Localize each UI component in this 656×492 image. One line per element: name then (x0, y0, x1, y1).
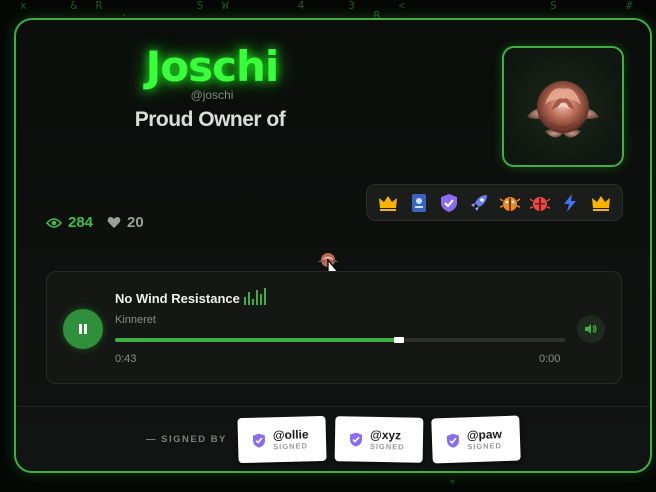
id-card-icon[interactable] (408, 192, 430, 214)
signer-list: @ollie SIGNED @xyz SIGNED @paw SIGNED (237, 415, 521, 464)
rose-icon (527, 80, 599, 138)
signer-handle: @paw (466, 426, 503, 443)
speaker-icon (585, 324, 597, 334)
signed-by-label: — SIGNED BY (146, 434, 227, 445)
bug-orange-icon[interactable] (499, 192, 521, 214)
signer-card[interactable]: @ollie SIGNED (237, 415, 327, 464)
song-title: No Wind Resistance (115, 291, 240, 306)
elapsed-time: 0:43 (115, 353, 137, 365)
views-count: 284 (68, 214, 94, 231)
eye-icon (46, 217, 62, 228)
signer-status: SIGNED (273, 441, 309, 451)
signer-handle: @ollie (272, 427, 309, 442)
profile-avatar[interactable] (502, 46, 624, 167)
signer-status: SIGNED (369, 441, 405, 452)
rocket-icon[interactable] (468, 192, 490, 214)
pause-button[interactable] (63, 309, 103, 349)
lightning-icon[interactable] (559, 192, 581, 214)
shield-check-icon[interactable] (438, 192, 460, 214)
profile-handle: @joschi (190, 88, 234, 102)
profile-card: Joschi @joschi Proud Owner of 284 20 No … (14, 18, 652, 473)
crown-icon[interactable] (377, 192, 399, 214)
shield-check-icon (252, 433, 266, 448)
progress-fill (115, 338, 399, 342)
signer-status: SIGNED (467, 440, 503, 452)
volume-button[interactable] (577, 315, 605, 343)
remaining-time: 0:00 (539, 353, 561, 365)
progress-bar[interactable] (115, 337, 565, 343)
progress-knob[interactable] (393, 337, 404, 343)
music-player: No Wind Resistance Kinneret 0:43 0:00 (46, 271, 622, 384)
signer-handle: @xyz (369, 427, 402, 443)
views-stat: 284 (46, 214, 93, 231)
likes-stat[interactable]: 20 (107, 214, 144, 231)
signer-card[interactable]: @xyz SIGNED (334, 416, 424, 463)
song-artist: Kinneret (115, 314, 156, 326)
crown-icon[interactable] (590, 192, 612, 214)
bug-red-icon[interactable] (529, 192, 551, 214)
profile-stats: 284 20 (46, 214, 144, 231)
equalizer-icon (244, 288, 266, 311)
badge-bar (366, 184, 623, 221)
shield-check-icon (350, 432, 363, 447)
shield-check-icon (446, 433, 460, 448)
heart-icon (107, 217, 121, 228)
signer-card[interactable]: @paw SIGNED (431, 415, 521, 464)
likes-count: 20 (127, 214, 144, 231)
section-divider (16, 406, 650, 407)
profile-name: Joschi (145, 42, 280, 91)
profile-tagline: Proud Owner of (134, 108, 286, 131)
pause-icon (79, 324, 87, 334)
